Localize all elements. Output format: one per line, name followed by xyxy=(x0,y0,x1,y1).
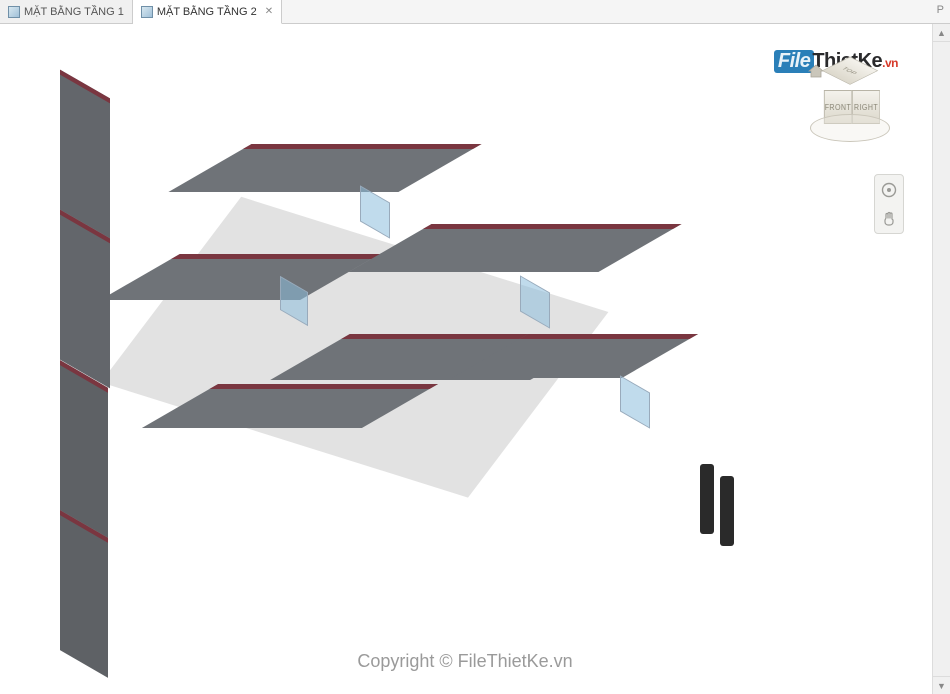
sheet-icon xyxy=(8,6,20,18)
watermark-copyright: Copyright © FileThietKe.vn xyxy=(357,651,572,672)
sheet-icon xyxy=(141,6,153,18)
floor-plan-3d-model[interactable] xyxy=(60,84,620,524)
tab-label: MẶT BẰNG TẦNG 2 xyxy=(157,6,257,18)
pan-hand-icon xyxy=(881,210,897,226)
tab-floor-1[interactable]: MẶT BẰNG TẦNG 1 xyxy=(0,0,133,23)
steering-wheel-icon xyxy=(881,182,897,198)
truncated-panel-label: P xyxy=(937,0,950,23)
vertical-scrollbar[interactable]: ▲ ▼ xyxy=(932,24,950,694)
steering-wheel-button[interactable] xyxy=(878,179,900,201)
view-tab-bar: MẶT BẰNG TẦNG 1 MẶT BẰNG TẦNG 2 ✕ P xyxy=(0,0,950,24)
scroll-up-arrow[interactable]: ▲ xyxy=(933,24,950,42)
navigation-bar xyxy=(874,174,904,234)
viewcube-control[interactable]: TOP FRONT RIGHT xyxy=(806,64,896,154)
model-viewport[interactable]: FileThietKe.vn TOP FRONT RIGHT Copyright… xyxy=(0,24,930,694)
pan-button[interactable] xyxy=(878,207,900,229)
tab-floor-2[interactable]: MẶT BẰNG TẦNG 2 ✕ xyxy=(133,0,282,24)
scroll-down-arrow[interactable]: ▼ xyxy=(933,676,950,694)
tab-label: MẶT BẰNG TẦNG 1 xyxy=(24,6,124,18)
close-icon[interactable]: ✕ xyxy=(265,6,273,17)
compass-ring[interactable] xyxy=(810,114,890,142)
